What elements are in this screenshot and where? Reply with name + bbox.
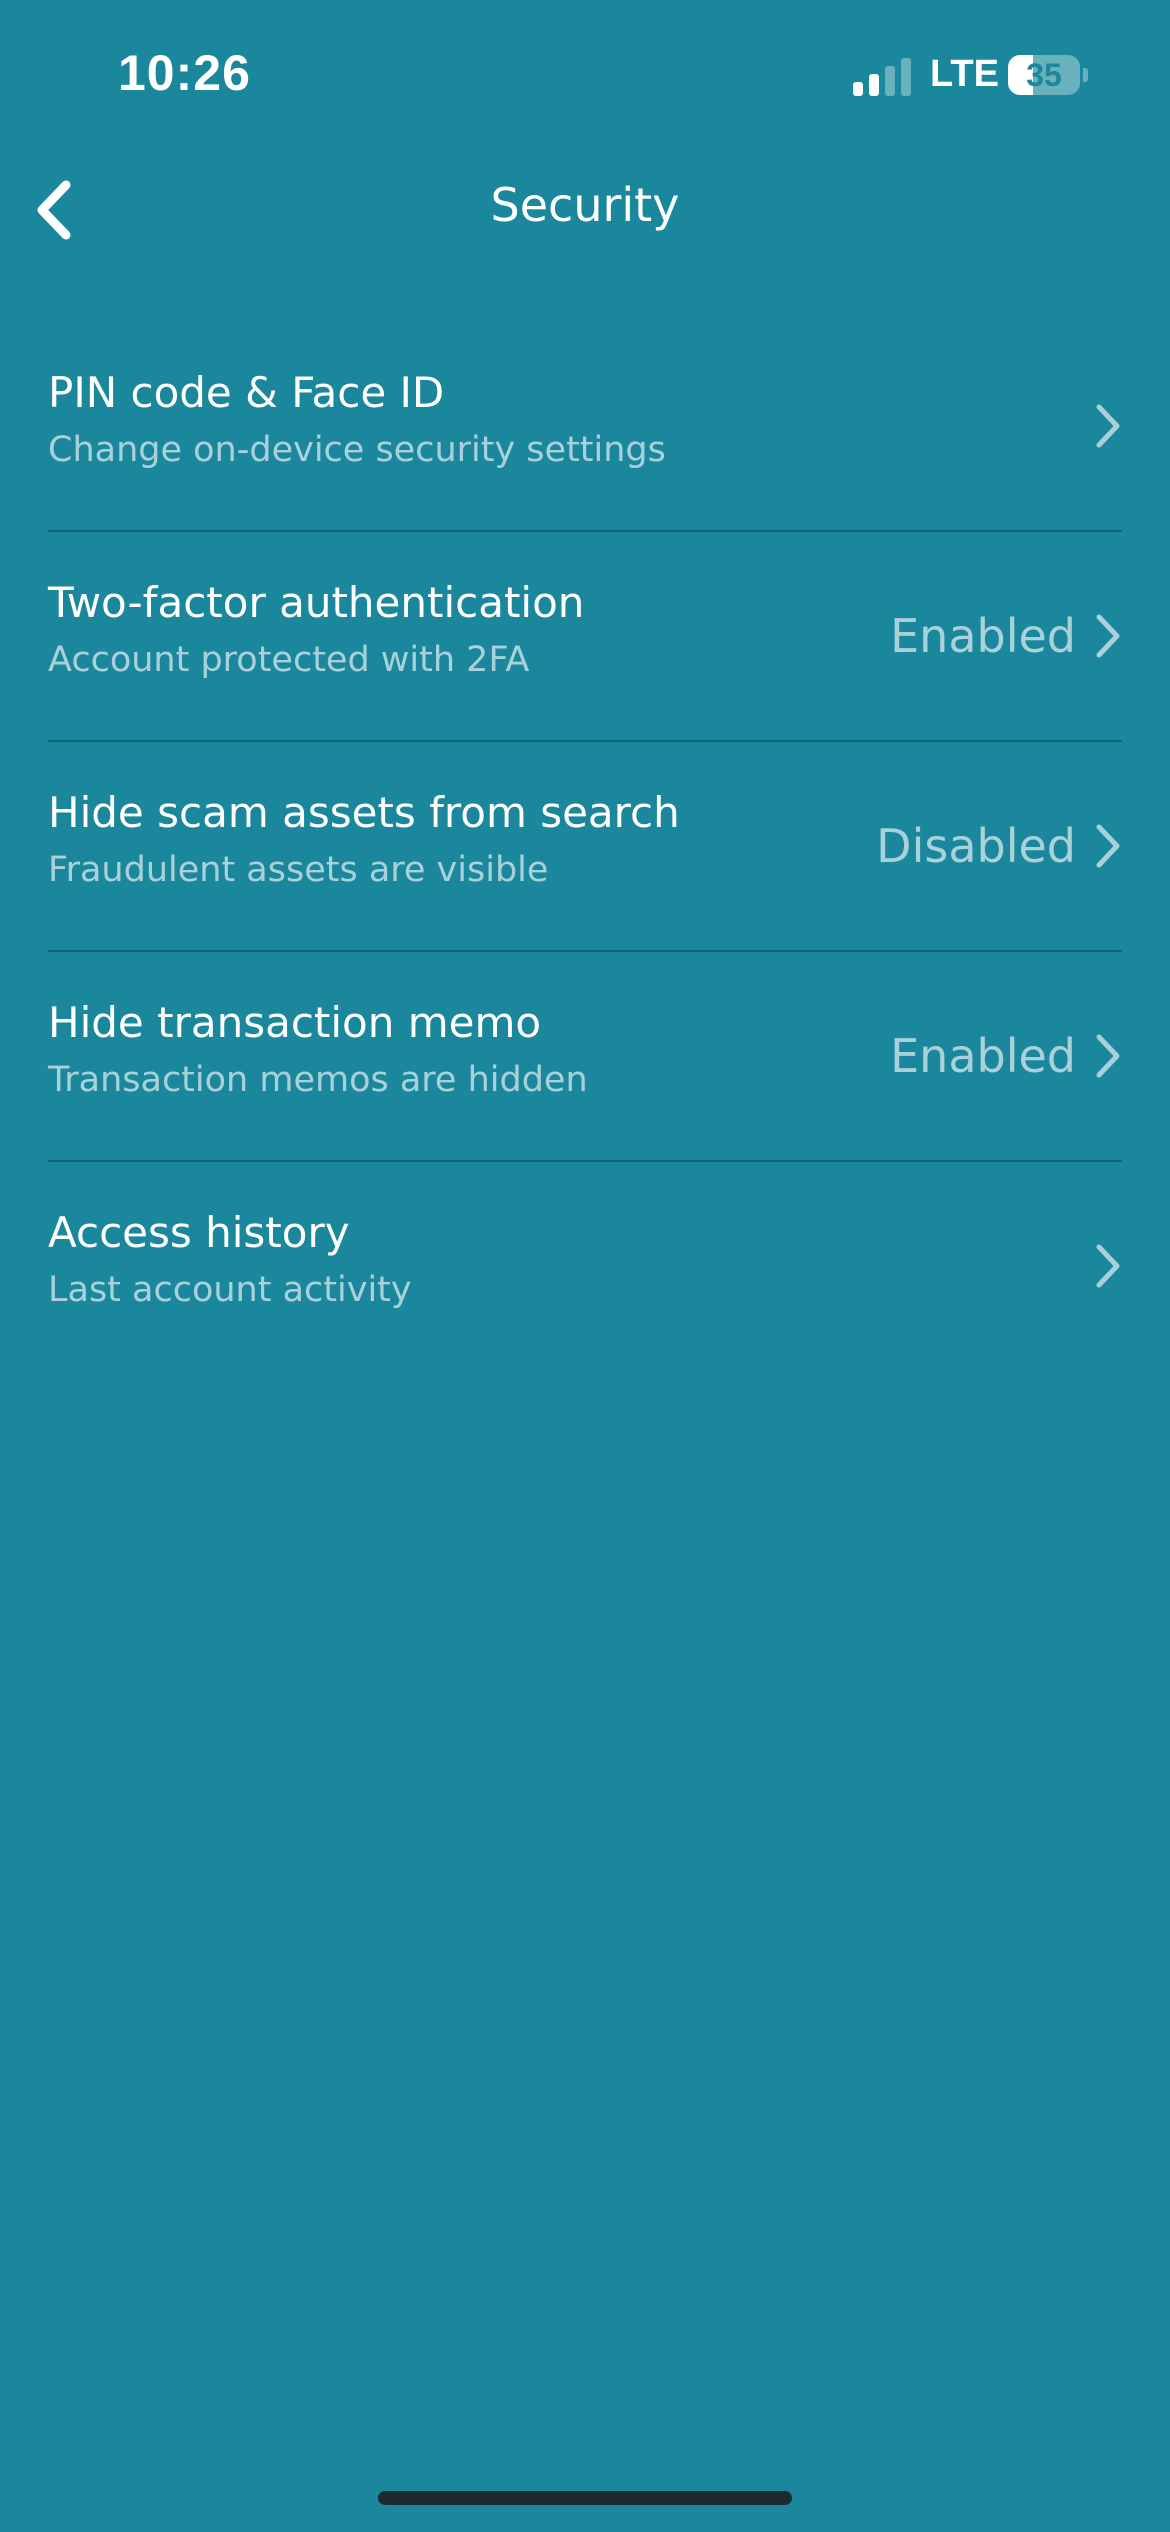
row-title: Hide scam assets from search xyxy=(48,788,680,837)
chevron-right-icon xyxy=(1096,404,1120,448)
navigation-bar: Security xyxy=(0,150,1170,265)
row-subtitle: Last account activity xyxy=(48,1270,412,1310)
battery-cap xyxy=(1083,68,1088,82)
row-title: Hide transaction memo xyxy=(48,998,542,1047)
signal-bar xyxy=(853,82,863,96)
signal-bar xyxy=(885,66,895,96)
battery-level: 35 xyxy=(1026,57,1062,93)
row-accessory xyxy=(1076,1162,1122,1370)
row-status: Disabled xyxy=(876,819,1076,873)
settings-row-access-history[interactable]: Access history Last account activity xyxy=(48,1160,1122,1370)
row-status: Enabled xyxy=(890,1029,1076,1083)
cellular-signal-icon xyxy=(853,58,915,96)
row-title: PIN code & Face ID xyxy=(48,368,445,417)
security-settings-list: PIN code & Face ID Change on-device secu… xyxy=(48,322,1122,1370)
row-accessory: Enabled xyxy=(890,952,1122,1160)
status-bar: 10:26 LTE 35 xyxy=(0,0,1170,150)
chevron-right-icon xyxy=(1096,614,1120,658)
chevron-right-icon xyxy=(1096,1244,1120,1288)
row-subtitle: Account protected with 2FA xyxy=(48,640,530,680)
battery-body: 35 xyxy=(1008,55,1080,95)
chevron-right-icon xyxy=(1096,1034,1120,1078)
settings-row-hide-scam-assets[interactable]: Hide scam assets from search Fraudulent … xyxy=(48,740,1122,950)
chevron-right-icon xyxy=(1096,824,1120,868)
row-title: Access history xyxy=(48,1208,350,1257)
row-accessory: Enabled xyxy=(890,532,1122,740)
settings-row-pin-face-id[interactable]: PIN code & Face ID Change on-device secu… xyxy=(48,322,1122,530)
signal-bar xyxy=(901,58,911,96)
settings-row-two-factor[interactable]: Two-factor authentication Account protec… xyxy=(48,530,1122,740)
row-accessory: Disabled xyxy=(876,742,1122,950)
status-time: 10:26 xyxy=(118,45,251,101)
row-subtitle: Transaction memos are hidden xyxy=(48,1060,588,1100)
page-title: Security xyxy=(490,178,680,232)
home-indicator[interactable] xyxy=(378,2491,792,2505)
signal-bar xyxy=(869,74,879,96)
network-type: LTE xyxy=(930,53,999,95)
row-subtitle: Fraudulent assets are visible xyxy=(48,850,549,890)
row-status: Enabled xyxy=(890,609,1076,663)
row-accessory xyxy=(1076,322,1122,530)
battery-icon: 35 xyxy=(1008,55,1088,95)
settings-row-hide-transaction-memo[interactable]: Hide transaction memo Transaction memos … xyxy=(48,950,1122,1160)
row-title: Two-factor authentication xyxy=(48,578,585,627)
row-subtitle: Change on-device security settings xyxy=(48,430,666,470)
